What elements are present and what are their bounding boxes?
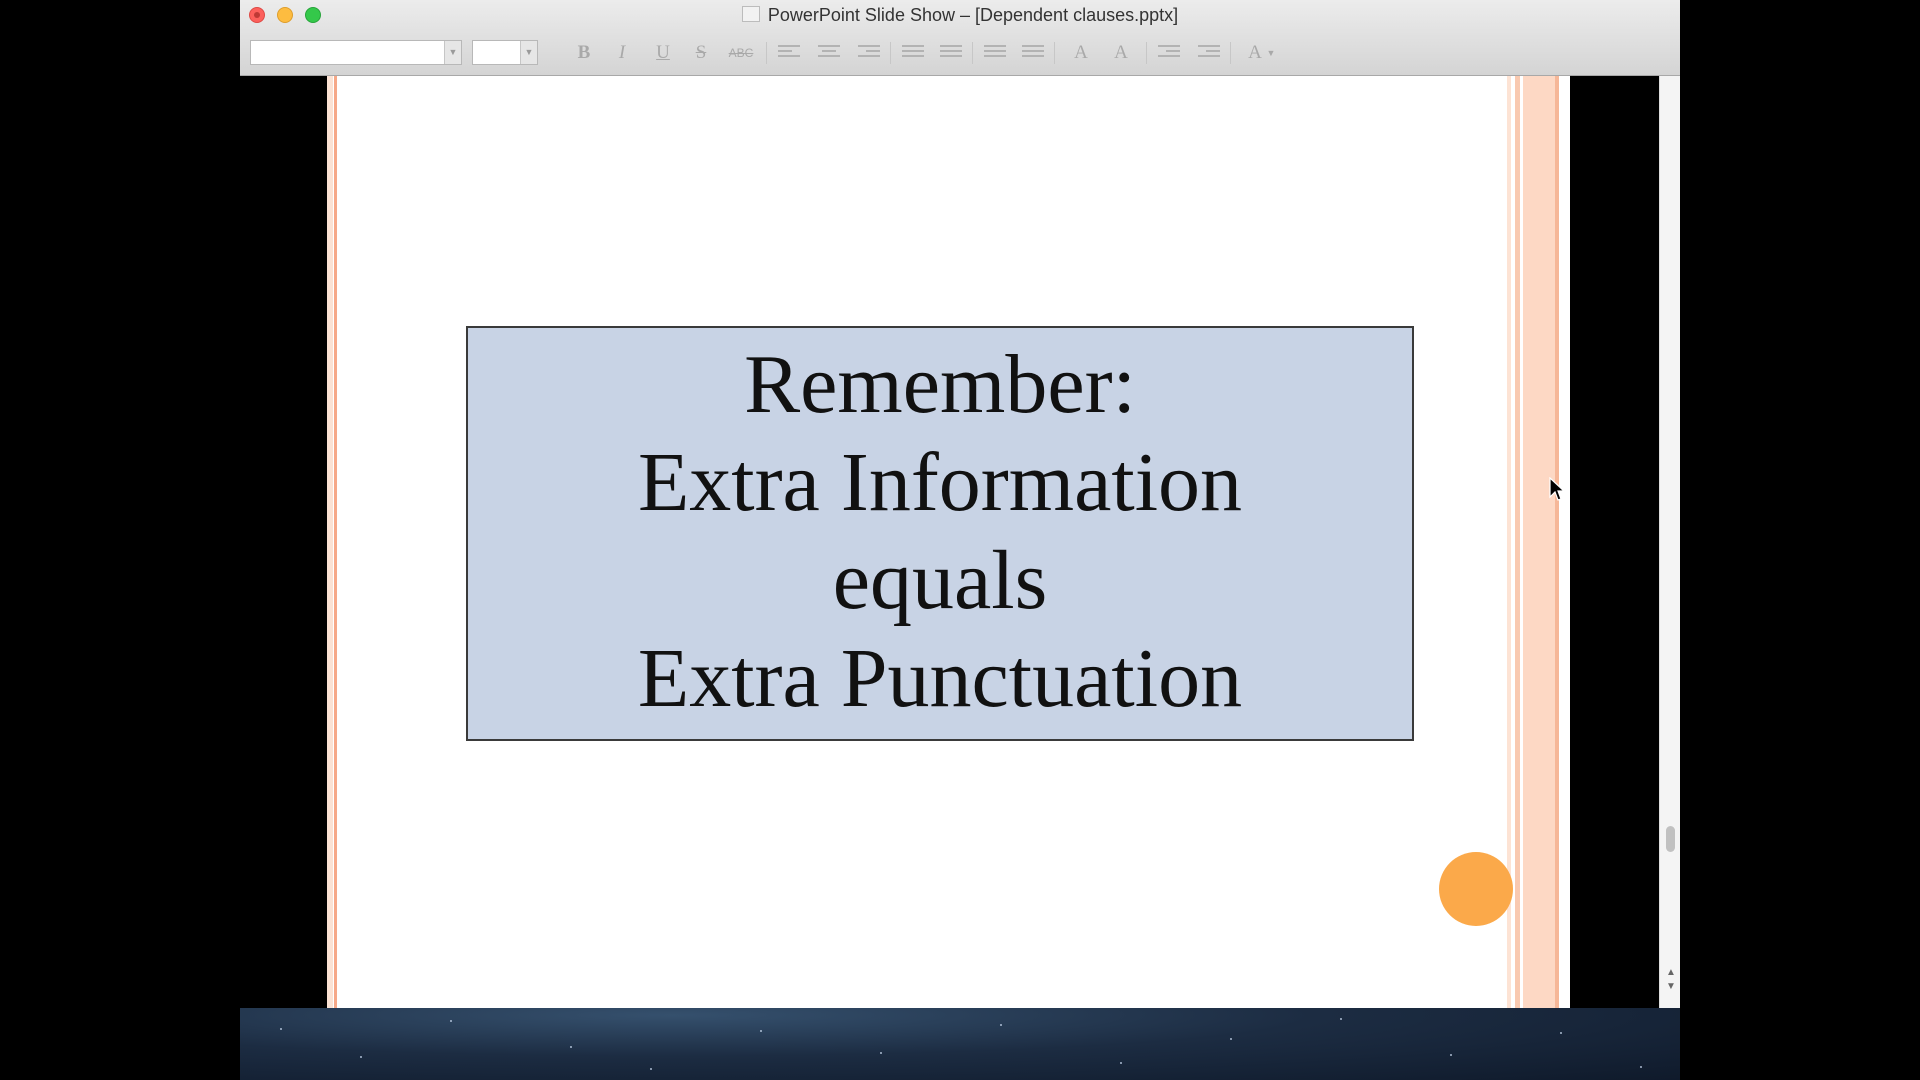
right-stripe-wide (1523, 76, 1555, 1008)
right-stripe-edge (1555, 76, 1559, 1008)
decrease-indent-button[interactable] (1158, 45, 1180, 61)
toolbar-divider (1230, 42, 1231, 64)
small-caps-button[interactable]: ABC (724, 40, 758, 66)
slide-text-box: Remember: Extra Information equals Extra… (466, 326, 1414, 741)
line-spacing-decrease-button[interactable] (1022, 45, 1044, 61)
document-icon (741, 6, 760, 22)
toolbar-divider (1146, 42, 1147, 64)
align-center-button[interactable] (818, 45, 840, 61)
underline-button[interactable]: U (648, 40, 678, 66)
bold-button[interactable]: B (569, 40, 599, 66)
window-title: PowerPoint Slide Show – [Dependent claus… (240, 5, 1680, 26)
strikethrough-button[interactable]: S (686, 40, 716, 66)
chevron-down-icon[interactable]: ▼ (520, 41, 537, 64)
numbered-list-button[interactable] (940, 45, 962, 61)
toolbar-divider (890, 42, 891, 64)
align-right-button[interactable] (858, 45, 880, 61)
increase-indent-button[interactable] (1198, 45, 1220, 61)
left-stripe-accent (334, 76, 337, 1008)
vertical-scrollbar[interactable]: ▲ ▼ (1659, 76, 1680, 1008)
font-size-select[interactable]: ▼ (472, 40, 538, 65)
title-bar: PowerPoint Slide Show – [Dependent claus… (240, 0, 1680, 76)
chevron-down-icon[interactable]: ▼ (1264, 40, 1278, 66)
powerpoint-window: PowerPoint Slide Show – [Dependent claus… (240, 0, 1680, 1008)
scrollbar-thumb[interactable] (1666, 826, 1675, 852)
window-title-text: PowerPoint Slide Show – [Dependent claus… (767, 5, 1179, 25)
right-stripe-thin (1507, 76, 1511, 1008)
toolbar-divider (766, 42, 767, 64)
shrink-font-button[interactable]: A (1106, 40, 1136, 66)
left-stripe (327, 76, 333, 1008)
desktop-background (240, 1008, 1680, 1080)
slide-line-2: Extra Information (637, 436, 1243, 529)
scroll-down-arrow-icon[interactable]: ▼ (1664, 980, 1678, 994)
bulleted-list-button[interactable] (902, 45, 924, 61)
toolbar-divider (1054, 42, 1055, 64)
toolbar-divider (972, 42, 973, 64)
slide-line-4: Extra Punctuation (637, 632, 1243, 725)
line-spacing-increase-button[interactable] (984, 45, 1006, 61)
slide[interactable]: Remember: Extra Information equals Extra… (327, 76, 1570, 1008)
slide-line-1: Remember: (744, 338, 1136, 431)
italic-button[interactable]: I (607, 40, 637, 66)
scroll-up-arrow-icon[interactable]: ▲ (1664, 966, 1678, 980)
chevron-down-icon[interactable]: ▼ (444, 41, 461, 64)
slide-line-3: equals (832, 534, 1048, 627)
formatting-toolbar: ▼ ▼ B I U S ABC A A A ▼ (246, 40, 1666, 66)
mouse-pointer-icon (1549, 477, 1566, 501)
right-stripe (1515, 76, 1520, 1008)
slide-show-area: Remember: Extra Information equals Extra… (240, 76, 1680, 1008)
grow-font-button[interactable]: A (1066, 40, 1096, 66)
font-name-select[interactable]: ▼ (250, 40, 462, 65)
orange-circle-decoration (1439, 852, 1513, 926)
align-left-button[interactable] (778, 45, 800, 61)
